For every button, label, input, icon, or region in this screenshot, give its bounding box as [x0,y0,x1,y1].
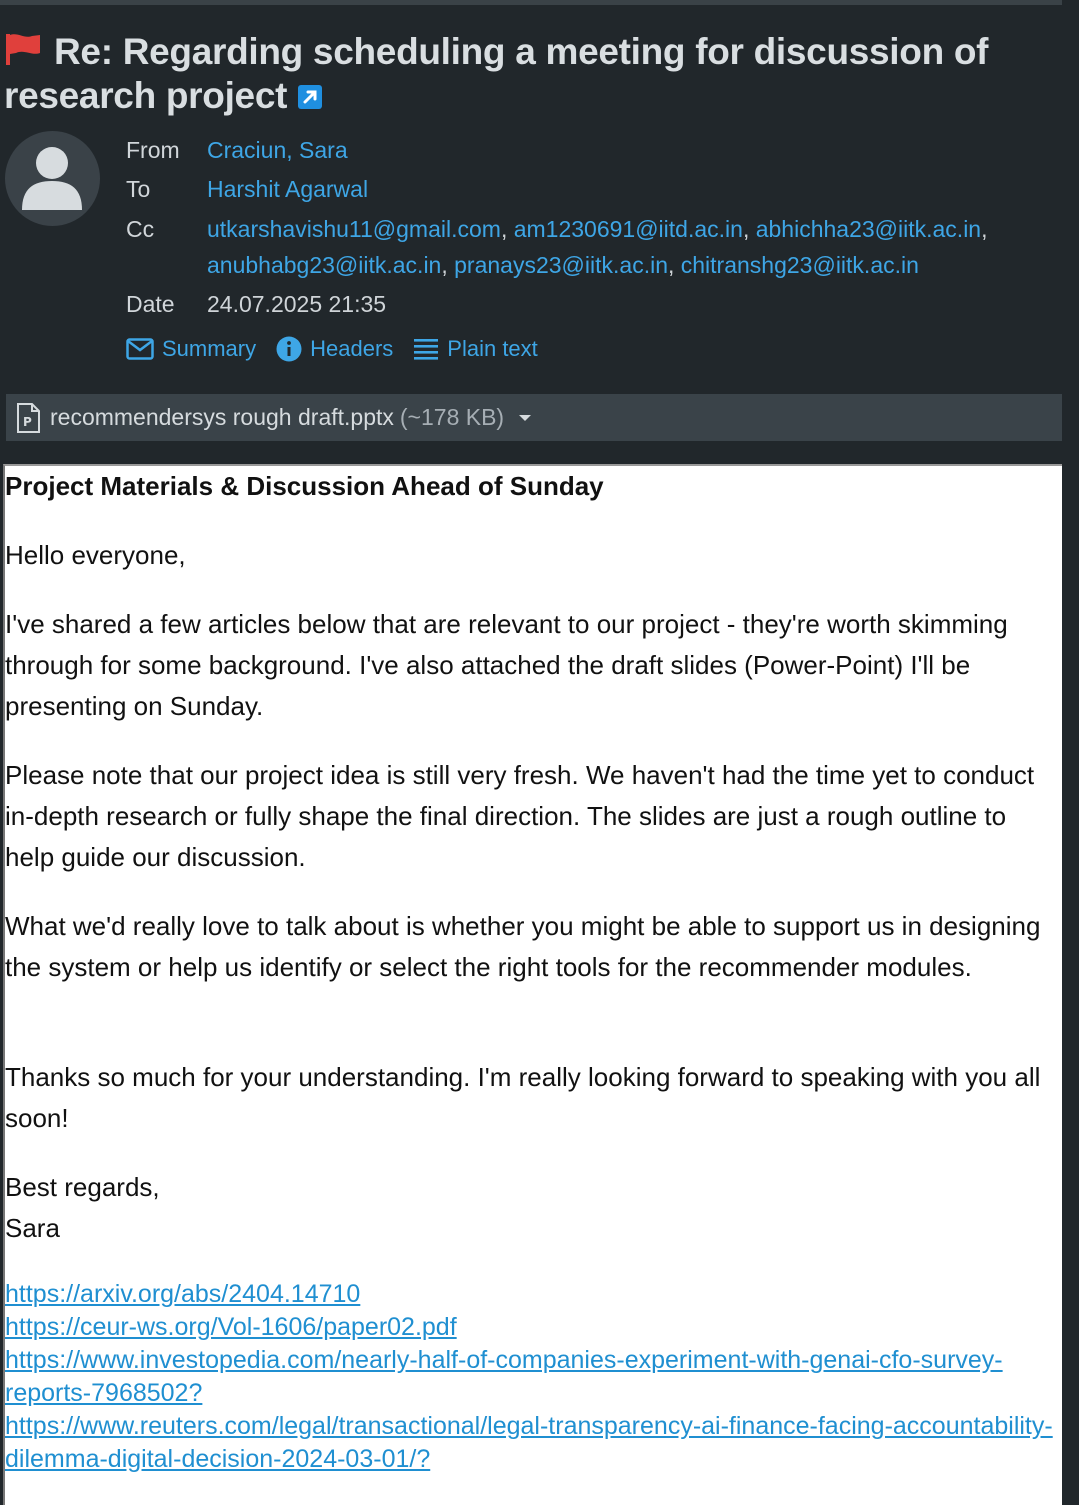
attachment-size: (~178 KB) [399,404,505,430]
cc-link[interactable]: anubhabg23@iitk.ac.in [207,252,441,278]
cc-label: Cc [126,216,155,242]
info-icon [276,336,302,362]
chevron-down-icon[interactable] [518,413,532,423]
svg-text:P: P [23,415,32,429]
body-paragraph: Thanks so much for your understanding. I… [5,1062,1041,1133]
plain-text-button[interactable]: Plain text [413,336,538,362]
link-list: https://arxiv.org/abs/2404.14710 https:/… [5,1278,1055,1476]
plain-text-label: Plain text [447,336,538,361]
message-body: Project Materials & Discussion Ahead of … [3,464,1062,1505]
body-paragraph: What we'd really love to talk about is w… [5,911,1041,982]
body-title: Project Materials & Discussion Ahead of … [5,471,604,501]
cc-link[interactable]: am1230691@iitd.ac.in [514,216,743,242]
cc-link[interactable]: utkarshavishu11@gmail.com [207,216,501,242]
summary-label: Summary [162,336,257,361]
lines-icon [414,339,439,360]
body-paragraph: Please note that our project idea is sti… [5,760,1035,872]
cc-link[interactable]: pranays23@iitk.ac.in [454,252,668,278]
powerpoint-file-icon: P [17,402,40,433]
sender-avatar [5,131,100,226]
attachment-name[interactable]: recommendersys rough draft.pptx [50,404,394,431]
date-value: 24.07.2025 21:35 [207,291,387,317]
headers-button[interactable]: Headers [276,336,393,362]
article-link[interactable]: https://www.investopedia.com/nearly-half… [5,1344,1055,1410]
open-external-icon[interactable] [297,76,323,109]
from-label: From [126,137,180,163]
article-link[interactable]: https://www.reuters.com/legal/transactio… [5,1410,1055,1476]
cc-line-2: anubhabg23@iitk.ac.in, pranays23@iitk.ac… [207,252,919,278]
flag-icon[interactable] [4,32,42,66]
body-signature: Sara [5,1213,60,1243]
to-link[interactable]: Harshit Agarwal [207,174,368,204]
attachment-bar[interactable]: P recommendersys rough draft.pptx (~178 … [6,394,1062,441]
cc-link[interactable]: chitranshg23@iitk.ac.in [681,252,919,278]
header-actions: Summary Headers Plain text [126,334,558,364]
subject-text: Re: Regarding scheduling a meeting for d… [4,31,989,116]
article-link[interactable]: https://arxiv.org/abs/2404.14710 [5,1278,1055,1311]
article-link[interactable]: https://ceur-ws.org/Vol-1606/paper02.pdf [5,1311,1055,1344]
cc-link[interactable]: abhichha23@iitk.ac.in [756,216,981,242]
from-link[interactable]: Craciun, Sara [207,135,348,165]
headers-label: Headers [310,336,394,361]
cc-line-1: utkarshavishu11@gmail.com, am1230691@iit… [207,216,988,242]
scrollbar-track[interactable] [1062,0,1079,1505]
body-greeting: Hello everyone, [5,540,186,570]
date-label: Date [126,291,175,317]
body-closing: Best regards, [5,1172,160,1202]
body-paragraph: I've shared a few articles below that ar… [5,609,1008,721]
to-label: To [126,176,151,202]
message-subject: Re: Regarding scheduling a meeting for d… [4,30,1014,118]
person-icon [22,147,82,210]
envelope-icon [126,338,154,360]
window-top-border [0,0,1079,5]
summary-button[interactable]: Summary [126,336,256,362]
